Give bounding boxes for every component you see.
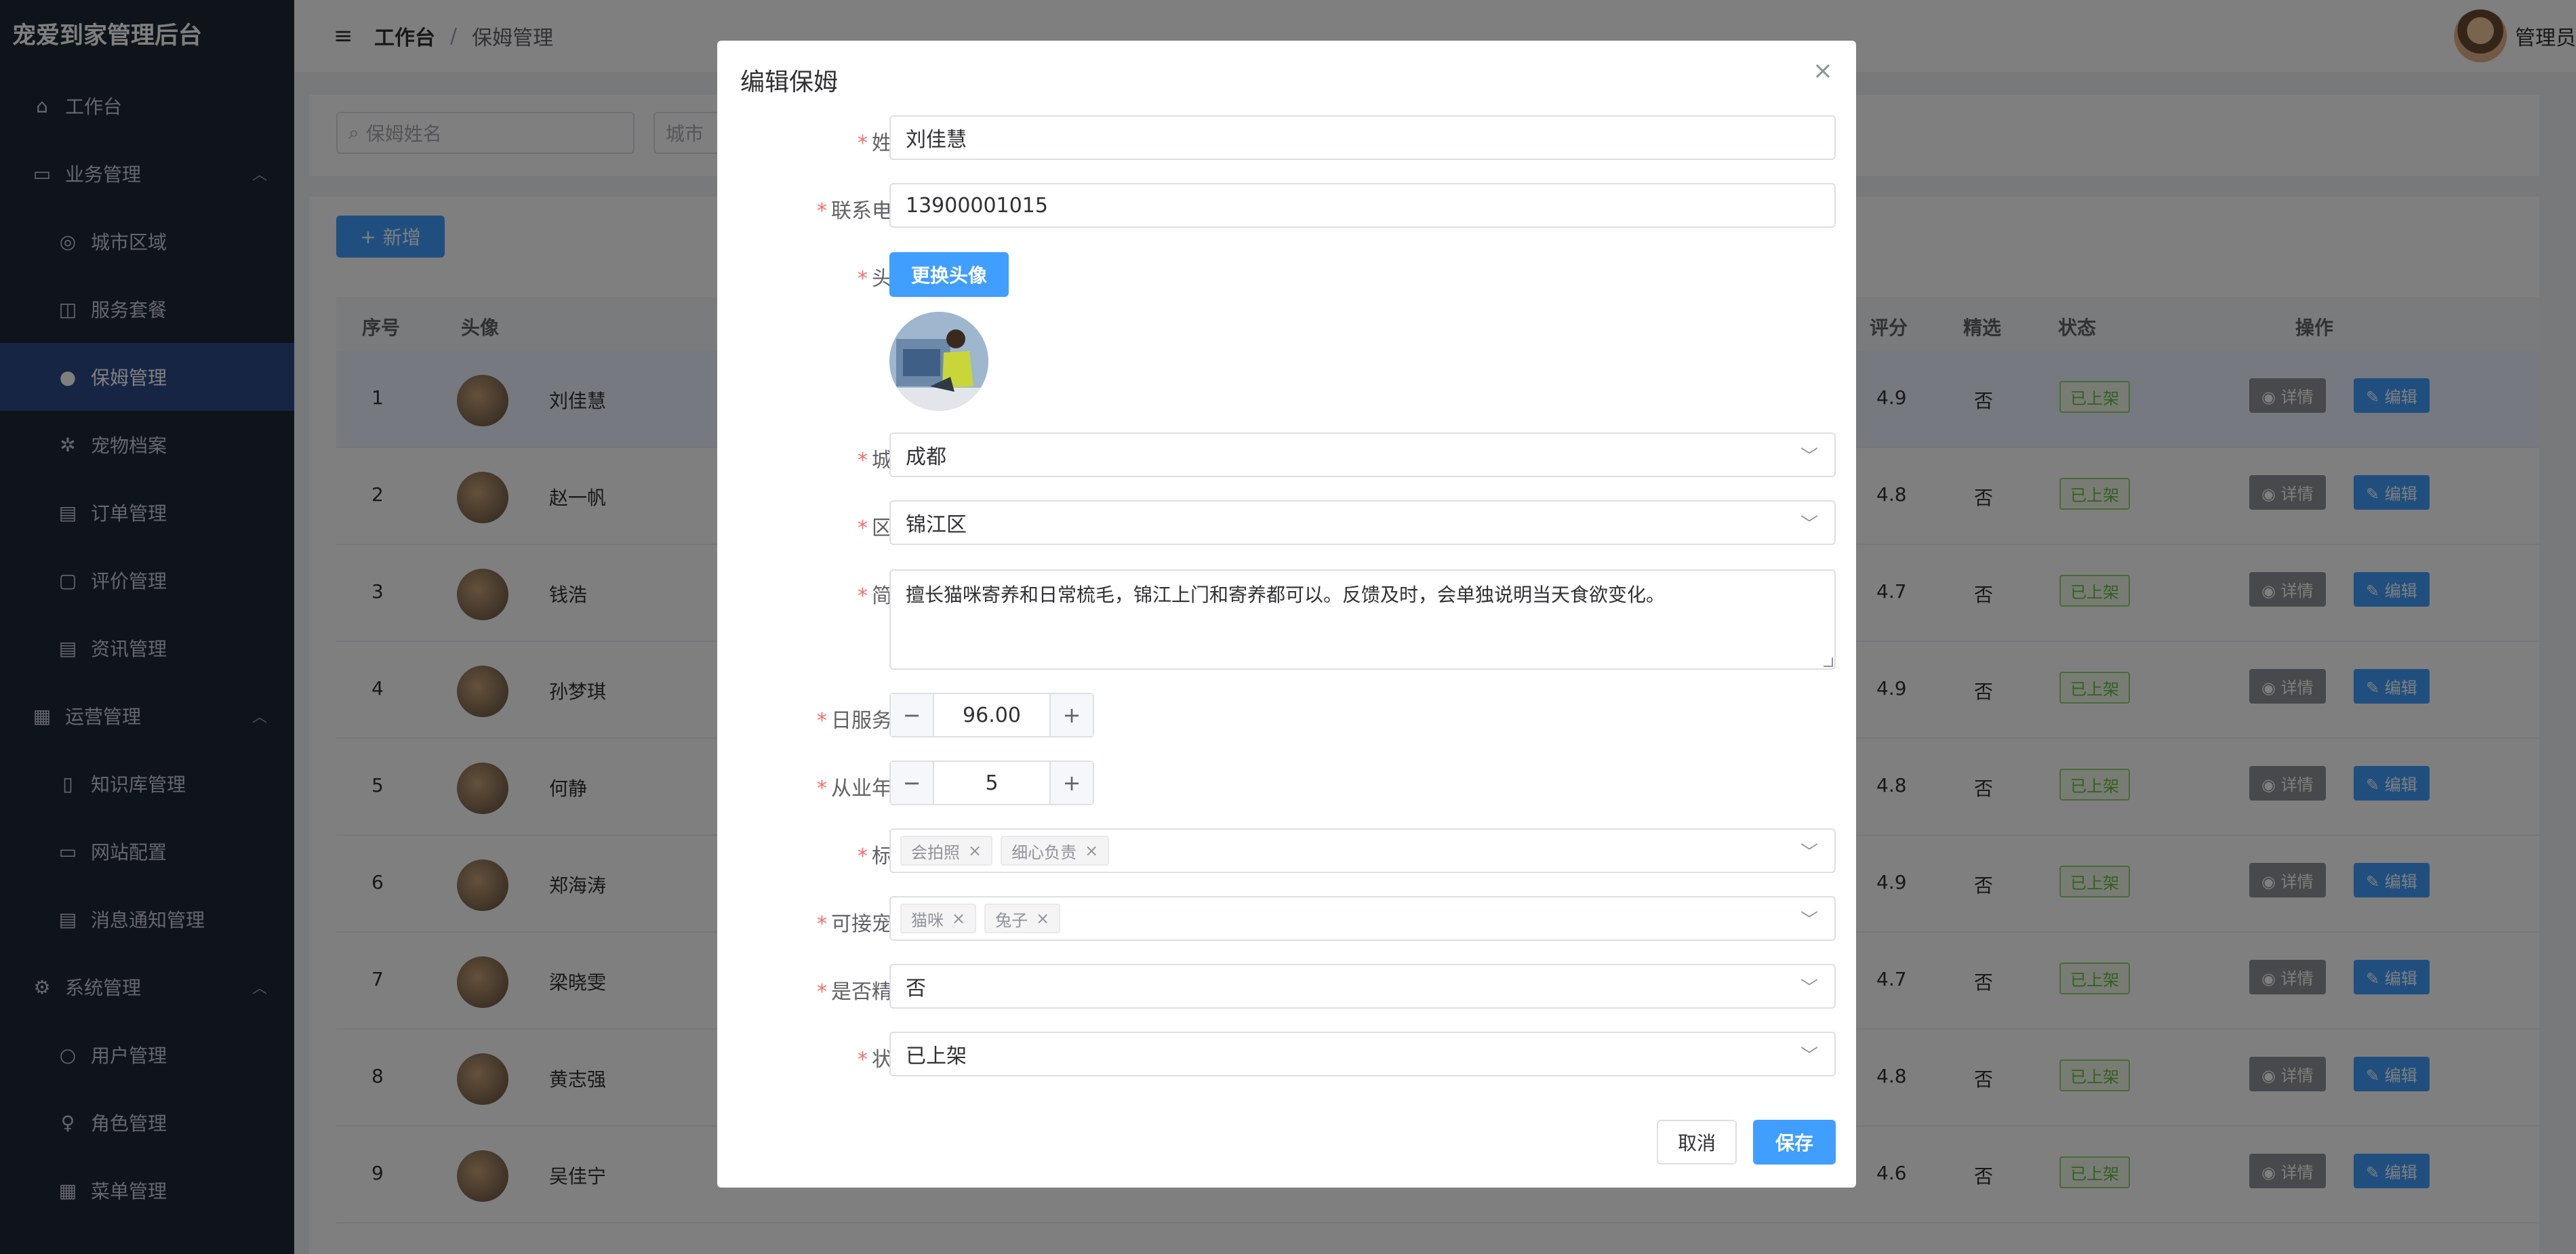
- chip-label: 猫咪: [911, 910, 944, 930]
- chevron-down-icon: ﹀: [1800, 446, 1818, 467]
- chevron-down-icon: ﹀: [1800, 1045, 1818, 1066]
- required-mark: *: [858, 449, 868, 472]
- status-select[interactable]: 已上架 ﹀: [889, 1032, 1836, 1076]
- pet-chip: 猫咪 ×: [900, 904, 977, 933]
- edit-nanny-dialog: 编辑保姆 × *姓名 刘佳慧 *联系电话 13900001015 *头像 更换头…: [717, 41, 1856, 1188]
- cancel-button[interactable]: 取消: [1657, 1120, 1737, 1165]
- featured-select[interactable]: 否 ﹀: [889, 964, 1836, 1009]
- close-icon[interactable]: ×: [1813, 57, 1833, 85]
- city-value: 成都: [906, 445, 946, 469]
- required-mark: *: [858, 517, 868, 540]
- chip-label: 细心负责: [1011, 843, 1077, 862]
- resize-handle-icon[interactable]: [1824, 658, 1833, 667]
- years-stepper: − 5 +: [889, 761, 1094, 805]
- close-icon[interactable]: ×: [952, 909, 965, 928]
- status-value: 已上架: [906, 1045, 967, 1068]
- required-mark: *: [817, 912, 827, 936]
- chevron-down-icon: ﹀: [1800, 514, 1818, 535]
- minus-icon[interactable]: −: [891, 694, 934, 736]
- required-mark: *: [858, 1048, 868, 1072]
- minus-icon[interactable]: −: [891, 762, 934, 804]
- required-mark: *: [858, 845, 868, 868]
- phone-input[interactable]: 13900001015: [889, 183, 1836, 228]
- plus-icon[interactable]: +: [1049, 694, 1093, 736]
- years-value[interactable]: 5: [934, 762, 1049, 804]
- tags-select[interactable]: 会拍照 × 细心负责 × ﹀: [889, 828, 1836, 873]
- required-mark: *: [858, 132, 868, 155]
- change-avatar-button[interactable]: 更换头像: [889, 252, 1009, 297]
- chip-label: 会拍照: [911, 843, 960, 862]
- price-stepper: − 96.00 +: [889, 693, 1094, 737]
- required-mark: *: [817, 777, 827, 801]
- pet-chip: 兔子 ×: [984, 904, 1061, 933]
- close-icon[interactable]: ×: [1085, 841, 1098, 860]
- intro-textarea[interactable]: 擅长猫咪寄养和日常梳毛，锦江上门和寄养都可以。反馈及时，会单独说明当天食欲变化。: [889, 569, 1836, 670]
- district-value: 锦江区: [906, 513, 967, 537]
- chip-label: 兔子: [995, 910, 1028, 930]
- featured-value: 否: [906, 977, 926, 1000]
- required-mark: *: [858, 267, 868, 291]
- dialog-title: 编辑保姆: [740, 68, 839, 96]
- city-select[interactable]: 成都 ﹀: [889, 432, 1836, 477]
- required-mark: *: [817, 980, 827, 1004]
- required-mark: *: [858, 584, 868, 608]
- plus-icon[interactable]: +: [1049, 762, 1093, 804]
- avatar-preview: [889, 312, 988, 411]
- required-mark: *: [817, 199, 827, 223]
- price-value[interactable]: 96.00: [934, 694, 1049, 736]
- tag-chip: 细心负责 ×: [1001, 836, 1110, 866]
- chevron-down-icon: ﹀: [1800, 977, 1818, 998]
- close-icon[interactable]: ×: [968, 841, 982, 860]
- district-select[interactable]: 锦江区 ﹀: [889, 500, 1836, 545]
- avatar-photo-icon: [889, 312, 988, 411]
- pets-select[interactable]: 猫咪 × 兔子 × ﹀: [889, 896, 1836, 941]
- phone-value: 13900001015: [906, 193, 1048, 218]
- name-input[interactable]: 刘佳慧: [889, 115, 1836, 160]
- intro-value: 擅长猫咪寄养和日常梳毛，锦江上门和寄养都可以。反馈及时，会单独说明当天食欲变化。: [906, 584, 1666, 606]
- chevron-down-icon: ﹀: [1800, 842, 1818, 863]
- close-icon[interactable]: ×: [1036, 909, 1049, 928]
- chevron-down-icon: ﹀: [1800, 910, 1818, 931]
- save-button[interactable]: 保存: [1753, 1120, 1836, 1165]
- name-value: 刘佳慧: [906, 128, 967, 152]
- required-mark: *: [817, 709, 827, 733]
- tag-chip: 会拍照 ×: [900, 836, 993, 866]
